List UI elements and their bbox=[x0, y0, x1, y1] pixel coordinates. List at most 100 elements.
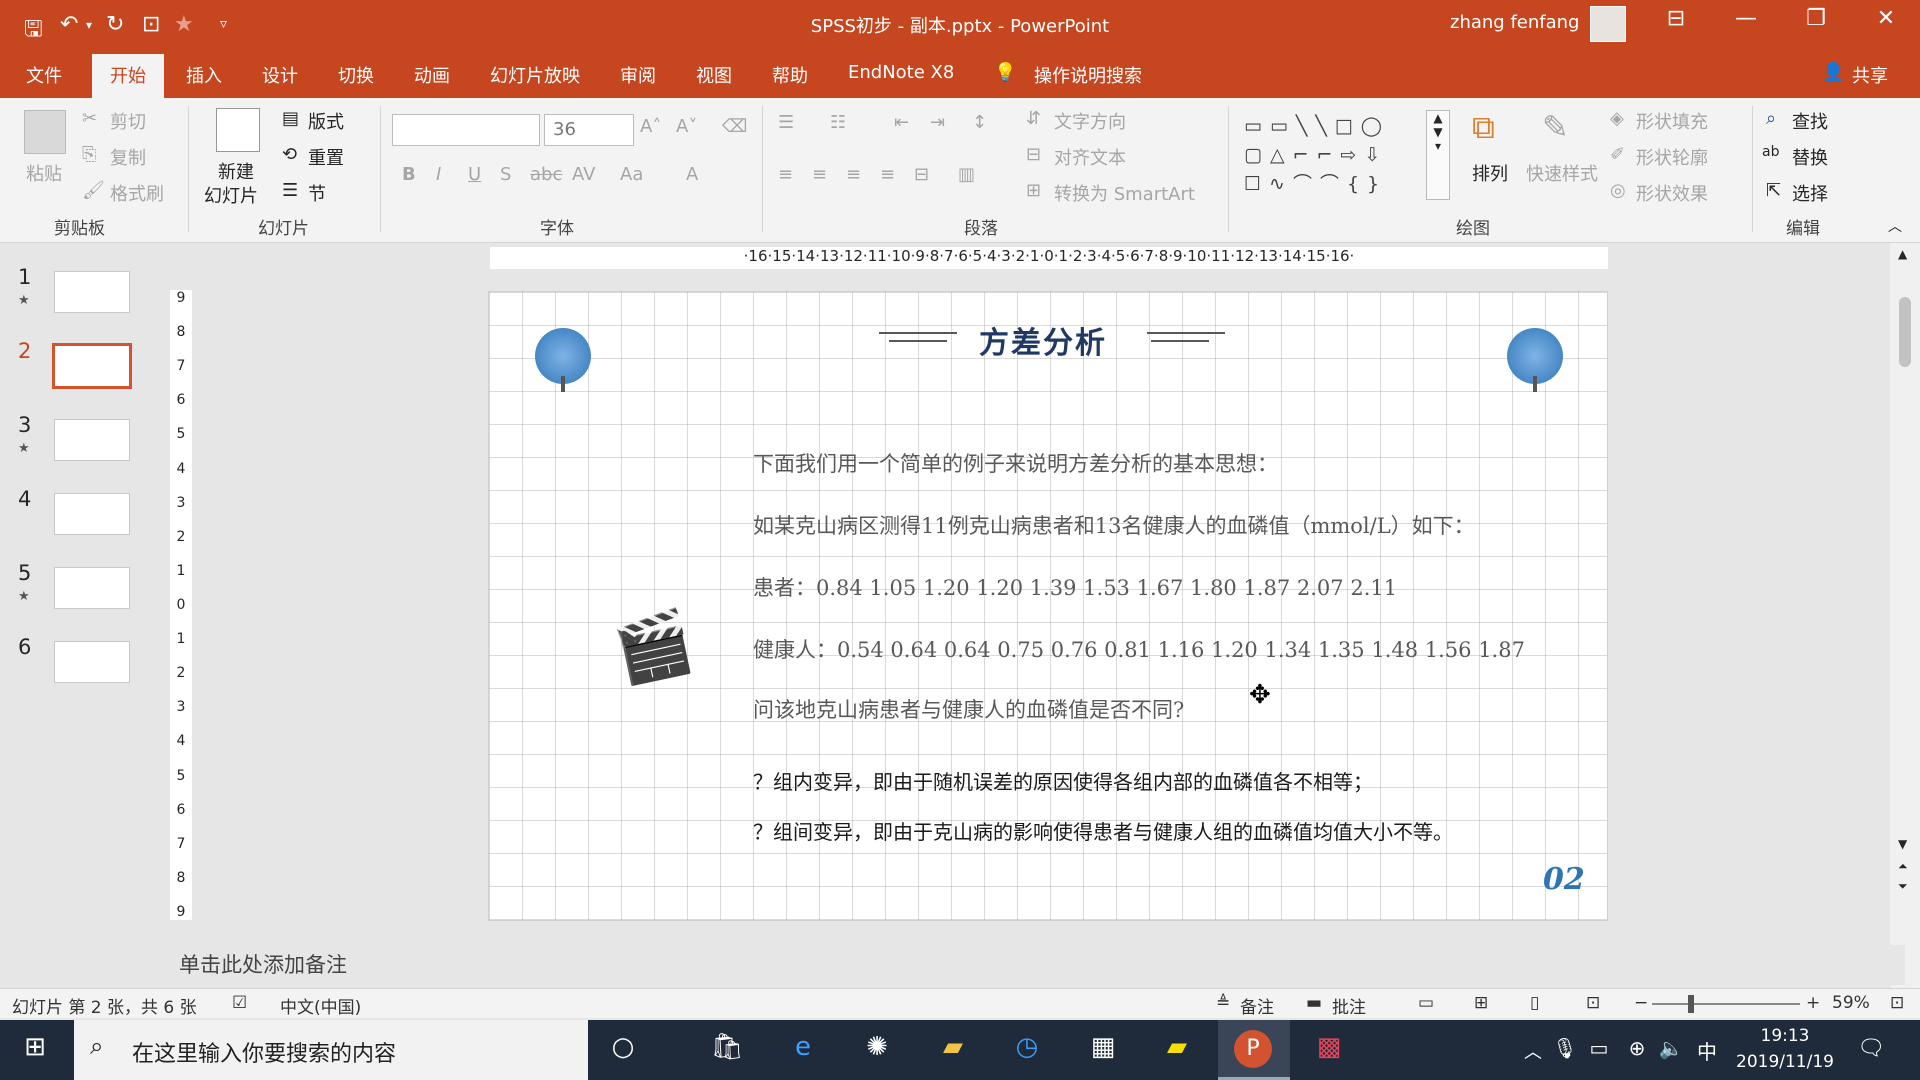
taskbar-search-placeholder[interactable]: 在这里输入你要搜索的内容 bbox=[132, 1036, 396, 1068]
slide-thumbnail-6[interactable] bbox=[54, 641, 130, 683]
reading-view-icon[interactable]: ▯ bbox=[1530, 993, 1539, 1013]
align-right-icon[interactable]: ≡ bbox=[846, 164, 861, 185]
tab-transitions[interactable]: 切换 bbox=[338, 62, 374, 88]
columns-icon[interactable]: ▥ bbox=[958, 164, 975, 185]
collapse-ribbon-icon[interactable]: ︿ bbox=[1888, 216, 1902, 236]
paste-button[interactable]: 粘贴 bbox=[26, 160, 62, 186]
scroll-down-icon[interactable]: ▼ bbox=[1898, 837, 1907, 851]
find-button[interactable]: 查找 bbox=[1792, 108, 1828, 134]
sticky-notes-icon[interactable]: ▰ bbox=[1152, 1032, 1202, 1062]
paste-icon[interactable] bbox=[24, 110, 66, 154]
slide-text-line[interactable]: 患者：0.84 1.05 1.20 1.20 1.39 1.53 1.67 1.… bbox=[753, 572, 1397, 602]
slide-text-line[interactable]: 如某克山病区测得11例克山病患者和13名健康人的血磷值（mmol/L）如下： bbox=[753, 510, 1475, 540]
tab-home[interactable]: 开始 bbox=[92, 54, 164, 98]
tell-me-search[interactable]: 操作说明搜索 bbox=[1034, 62, 1142, 88]
present-from-start-icon[interactable]: ⊡ bbox=[142, 12, 160, 37]
font-size-dropdown[interactable]: 36 bbox=[544, 114, 634, 146]
taskbar-search-box[interactable]: ⌕ 在这里输入你要搜索的内容 bbox=[74, 1020, 588, 1080]
slide-thumbnail-1[interactable] bbox=[54, 271, 130, 313]
calculator-icon[interactable]: ▦ bbox=[1078, 1032, 1128, 1062]
zoom-slider-handle[interactable] bbox=[1688, 995, 1694, 1013]
font-name-dropdown[interactable] bbox=[392, 114, 540, 146]
format-painter-button[interactable]: 格式刷 bbox=[110, 180, 164, 206]
ribbon-display-options-icon[interactable]: ⊟ bbox=[1646, 6, 1706, 31]
shape-outline-button[interactable]: 形状轮廓 bbox=[1636, 144, 1708, 170]
slide-text-line[interactable]: 健康人：0.54 0.64 0.64 0.75 0.76 0.81 1.16 1… bbox=[753, 634, 1525, 664]
tab-view[interactable]: 视图 bbox=[696, 62, 732, 88]
underline-icon[interactable]: U bbox=[468, 164, 481, 185]
text-direction-button[interactable]: 文字方向 bbox=[1054, 108, 1126, 134]
slide-sorter-icon[interactable]: ⊞ bbox=[1474, 993, 1488, 1013]
align-center-icon[interactable]: ≡ bbox=[812, 164, 827, 185]
justify-icon[interactable]: ≡ bbox=[880, 164, 895, 185]
new-slide-label[interactable]: 新建 bbox=[218, 158, 254, 184]
zoom-level[interactable]: 59% bbox=[1832, 993, 1870, 1013]
notes-toggle[interactable]: 备注 bbox=[1240, 993, 1274, 1018]
slide-canvas[interactable]: 方差分析 🎬 下面我们用一个简单的例子来说明方差分析的基本思想： 如某克山病区测… bbox=[488, 291, 1608, 921]
bold-icon[interactable]: B bbox=[402, 164, 416, 185]
shape-effects-button[interactable]: 形状效果 bbox=[1636, 180, 1708, 206]
align-left-icon[interactable]: ≡ bbox=[778, 164, 793, 185]
decrease-indent-icon[interactable]: ⇤ bbox=[894, 112, 909, 133]
file-explorer-icon[interactable]: ▰ bbox=[928, 1032, 978, 1062]
language-status[interactable]: 中文(中国) bbox=[280, 993, 361, 1018]
notification-icon[interactable]: 🗨 bbox=[1846, 1036, 1896, 1061]
clock-app-icon[interactable]: ◷ bbox=[1002, 1032, 1052, 1062]
vertical-scrollbar[interactable]: ▲ ▼ ⏶ ⏷ bbox=[1890, 243, 1920, 988]
line-spacing-icon[interactable]: ↕ bbox=[972, 112, 987, 133]
scroll-thumb[interactable] bbox=[1899, 297, 1911, 367]
cortana-icon[interactable]: ○ bbox=[598, 1032, 648, 1062]
minimize-button[interactable]: — bbox=[1716, 6, 1776, 31]
slide-thumbnail-5[interactable] bbox=[54, 567, 130, 609]
normal-view-icon[interactable]: ▭ bbox=[1418, 993, 1434, 1013]
notes-pane[interactable]: 单击此处添加备注 bbox=[165, 945, 1905, 985]
star-icon[interactable]: ★ bbox=[174, 12, 194, 37]
restore-button[interactable]: ❐ bbox=[1786, 6, 1846, 31]
powerpoint-taskbar-button[interactable]: P bbox=[1218, 1020, 1290, 1080]
customize-qat-icon[interactable]: ▿ bbox=[220, 16, 227, 32]
tab-insert[interactable]: 插入 bbox=[186, 62, 222, 88]
grow-font-icon[interactable]: A˄ bbox=[640, 116, 661, 137]
tab-endnote[interactable]: EndNote X8 bbox=[848, 62, 954, 83]
arrange-button[interactable]: 排列 bbox=[1472, 160, 1508, 186]
char-spacing-icon[interactable]: AV bbox=[572, 164, 595, 185]
undo-icon[interactable]: ↶ bbox=[60, 12, 78, 37]
taskbar-date[interactable]: 2019/11/19 bbox=[1730, 1052, 1840, 1072]
increase-indent-icon[interactable]: ⇥ bbox=[930, 112, 945, 133]
select-button[interactable]: 选择 bbox=[1792, 180, 1828, 206]
tab-design[interactable]: 设计 bbox=[262, 62, 298, 88]
taskbar-time[interactable]: 19:13 bbox=[1730, 1026, 1840, 1046]
tab-file[interactable]: 文件 bbox=[26, 62, 62, 88]
undo-dropdown-icon[interactable]: ▾ bbox=[86, 18, 92, 32]
slide-text-line[interactable]: 问该地克山病患者与健康人的血磷值是否不同? bbox=[753, 694, 1184, 724]
slide-thumbnail-2[interactable] bbox=[52, 343, 132, 389]
slide-text-line[interactable]: 下面我们用一个简单的例子来说明方差分析的基本思想： bbox=[753, 448, 1278, 478]
ime-indicator[interactable]: 中 bbox=[1682, 1036, 1732, 1065]
shadow-icon[interactable]: S bbox=[500, 164, 511, 185]
share-button[interactable]: 共享 bbox=[1852, 62, 1888, 88]
app-icon-red[interactable]: ▩ bbox=[1304, 1032, 1354, 1062]
strikethrough-icon[interactable]: abc bbox=[530, 164, 562, 185]
edge-icon[interactable]: e bbox=[778, 1032, 828, 1062]
slide-title[interactable]: 方差分析 bbox=[979, 318, 1107, 362]
scroll-up-icon[interactable]: ▲ bbox=[1898, 247, 1907, 261]
shrink-font-icon[interactable]: A˅ bbox=[676, 116, 697, 137]
store-icon[interactable]: 🛍 bbox=[702, 1032, 752, 1062]
shapes-gallery[interactable]: ▭▭╲╲□◯ ▢△⌐⌐⇨⇩ ☐∿⌒⌒{} bbox=[1244, 112, 1444, 200]
fit-slide-icon[interactable]: ⊡ bbox=[1890, 993, 1904, 1013]
close-button[interactable]: ✕ bbox=[1856, 6, 1916, 31]
replace-button[interactable]: 替换 bbox=[1792, 144, 1828, 170]
zoom-slider[interactable] bbox=[1652, 1003, 1800, 1005]
avatar[interactable] bbox=[1590, 6, 1626, 42]
slide-bullet-line[interactable]: ？组间变异，即由于克山病的影响使得患者与健康人组的血磷值均值大小不等。 bbox=[753, 816, 1453, 845]
tab-slideshow[interactable]: 幻灯片放映 bbox=[490, 62, 580, 88]
reset-button[interactable]: 重置 bbox=[308, 144, 344, 170]
slide-thumbnail-3[interactable] bbox=[54, 419, 130, 461]
slideshow-view-icon[interactable]: ⊡ bbox=[1586, 993, 1600, 1013]
change-case-icon[interactable]: Aa bbox=[620, 164, 643, 185]
distributed-icon[interactable]: ⊟ bbox=[914, 164, 929, 185]
layout-button[interactable]: 版式 bbox=[308, 108, 344, 134]
notes-placeholder[interactable]: 单击此处添加备注 bbox=[179, 949, 347, 979]
numbering-icon[interactable]: ☷ bbox=[830, 112, 846, 133]
slide-bullet-line[interactable]: ？组内变异，即由于随机误差的原因使得各组内部的血磷值各不相等； bbox=[753, 766, 1373, 795]
